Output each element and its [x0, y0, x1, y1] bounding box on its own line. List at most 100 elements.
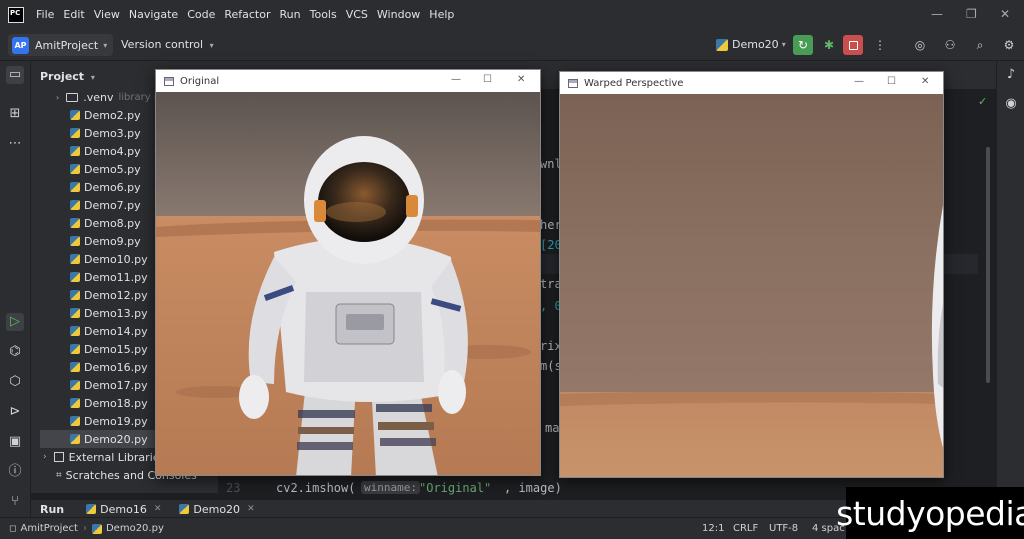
breadcrumb-separator-icon: › — [82, 523, 87, 534]
close-tab-icon[interactable]: ✕ — [154, 504, 162, 514]
line-separator[interactable]: CRLF — [733, 523, 758, 534]
git-icon[interactable]: ⑂ — [6, 493, 24, 511]
caret-position[interactable]: 12:1 — [702, 523, 724, 534]
project-panel-header[interactable]: Project ▾ — [40, 70, 95, 83]
original-image-window[interactable]: Original — ☐ ✕ — [155, 69, 541, 476]
menu-edit[interactable]: Edit — [63, 8, 84, 21]
ai-chat-icon[interactable]: ◉ — [1002, 95, 1020, 113]
version-control-widget[interactable]: Version control ▾ — [121, 38, 214, 51]
warped-perspective-window[interactable]: Warped Perspective — ☐ ✕ — [559, 71, 944, 478]
folder-icon — [66, 92, 79, 102]
close-icon[interactable]: ✕ — [921, 76, 929, 87]
file-name: Demo8.py — [84, 216, 141, 230]
file-name: Demo10.py — [84, 252, 148, 266]
menu-navigate[interactable]: Navigate — [129, 8, 178, 21]
add-user-icon[interactable]: ⚇ — [940, 35, 960, 55]
project-switcher[interactable]: AP AmitProject ▾ — [8, 34, 114, 56]
window-title-bar[interactable]: Original — ☐ ✕ — [156, 70, 540, 92]
window-title: Warped Perspective — [584, 77, 684, 89]
stop-button[interactable] — [843, 35, 863, 55]
run-config-name: Demo20 — [732, 38, 779, 51]
chevron-right-icon: › — [43, 452, 47, 462]
minimize-icon[interactable]: — — [854, 76, 864, 87]
search-icon[interactable]: ⌕ — [970, 35, 990, 55]
more-actions-icon[interactable]: ⋮ — [870, 35, 890, 55]
library-icon — [53, 452, 64, 462]
python-file-icon — [70, 128, 80, 138]
menu-tools[interactable]: Tools — [310, 8, 337, 21]
run-tab-demo20[interactable]: Demo20 ✕ — [179, 503, 255, 516]
python-icon — [91, 523, 102, 534]
rerun-button[interactable]: ↻ — [793, 35, 813, 55]
python-file-icon — [70, 272, 80, 282]
file-name: Demo18.py — [84, 396, 148, 410]
editor-scrollbar[interactable] — [986, 147, 990, 383]
python-file-icon — [70, 308, 80, 318]
minimize-window-icon[interactable]: — — [931, 7, 943, 21]
menu-file[interactable]: File — [36, 8, 54, 21]
file-name: Demo13.py — [84, 306, 148, 320]
file-name: Demo11.py — [84, 270, 148, 284]
file-name: Demo2.py — [84, 108, 141, 122]
python-file-icon — [70, 110, 80, 120]
file-name: Demo20.py — [84, 432, 148, 446]
maximize-icon[interactable]: ☐ — [887, 76, 896, 87]
menu-code[interactable]: Code — [187, 8, 215, 21]
close-icon[interactable]: ✕ — [517, 74, 525, 85]
right-tool-strip: ♪ ◉ — [996, 61, 1024, 517]
window-title-bar[interactable]: Warped Perspective — ☐ ✕ — [560, 72, 943, 94]
python-packages-icon[interactable]: ⬡ — [6, 373, 24, 391]
ai-assistant-icon[interactable]: ◎ — [910, 35, 930, 55]
left-tool-strip: ▭ ⊞ ⋯ ▷ ⌬ ⬡ ⊳ ▣ ⓘ ⑂ — [0, 61, 31, 517]
python-console-icon[interactable]: ⌬ — [6, 343, 24, 361]
restore-window-icon[interactable]: ❐ — [966, 7, 977, 21]
chevron-down-icon: ▾ — [781, 40, 786, 49]
menu-vcs[interactable]: VCS — [346, 8, 368, 21]
file-name: Demo3.py — [84, 126, 141, 140]
menu-refactor[interactable]: Refactor — [224, 8, 270, 21]
file-name: Demo14.py — [84, 324, 148, 338]
status-file[interactable]: Demo20.py — [106, 523, 164, 534]
structure-icon[interactable]: ⊞ — [6, 105, 24, 123]
run-icon[interactable]: ▷ — [6, 313, 24, 331]
python-file-icon — [70, 416, 80, 426]
run-tab-demo16[interactable]: Demo16 ✕ — [86, 503, 161, 516]
menu-run[interactable]: Run — [280, 8, 301, 21]
folder-icon[interactable]: ▭ — [6, 66, 24, 84]
terminal-icon[interactable]: ▣ — [6, 433, 24, 451]
file-name: Demo15.py — [84, 342, 148, 356]
maximize-icon[interactable]: ☐ — [483, 74, 492, 85]
debug-bug-icon[interactable]: ✱ — [819, 35, 839, 55]
more-tools-icon[interactable]: ⋯ — [6, 135, 24, 153]
menu-help[interactable]: Help — [429, 8, 454, 21]
python-file-icon — [70, 254, 80, 264]
python-icon — [179, 504, 190, 514]
python-file-icon — [70, 344, 80, 354]
python-file-icon — [70, 434, 80, 444]
scratch-icon: ⌗ — [56, 469, 62, 481]
python-file-icon — [70, 398, 80, 408]
close-window-icon[interactable]: ✕ — [1000, 7, 1010, 21]
warped-mars-picture — [560, 94, 943, 477]
run-config-selector[interactable]: Demo20 ▾ — [716, 38, 786, 51]
project-name: AmitProject — [35, 38, 99, 52]
file-name: Demo5.py — [84, 162, 141, 176]
file-name: Demo6.py — [84, 180, 141, 194]
services-icon[interactable]: ⊳ — [6, 403, 24, 421]
problems-icon[interactable]: ⓘ — [6, 463, 24, 481]
file-name: Demo16.py — [84, 360, 148, 374]
menu-window[interactable]: Window — [377, 8, 420, 21]
python-file-icon — [70, 218, 80, 228]
file-name: Demo4.py — [84, 144, 141, 158]
gear-icon[interactable]: ⚙ — [999, 35, 1019, 55]
close-tab-icon[interactable]: ✕ — [247, 504, 255, 514]
python-file-icon — [70, 146, 80, 156]
python-file-icon — [70, 182, 80, 192]
minimize-icon[interactable]: — — [451, 74, 461, 85]
menu-view[interactable]: View — [94, 8, 120, 21]
chevron-down-icon: ▾ — [209, 41, 214, 50]
file-encoding[interactable]: UTF-8 — [769, 523, 798, 534]
astronaut-on-mars-picture — [156, 92, 540, 475]
status-project[interactable]: AmitProject — [20, 523, 78, 534]
notifications-icon[interactable]: ♪ — [1002, 66, 1020, 84]
